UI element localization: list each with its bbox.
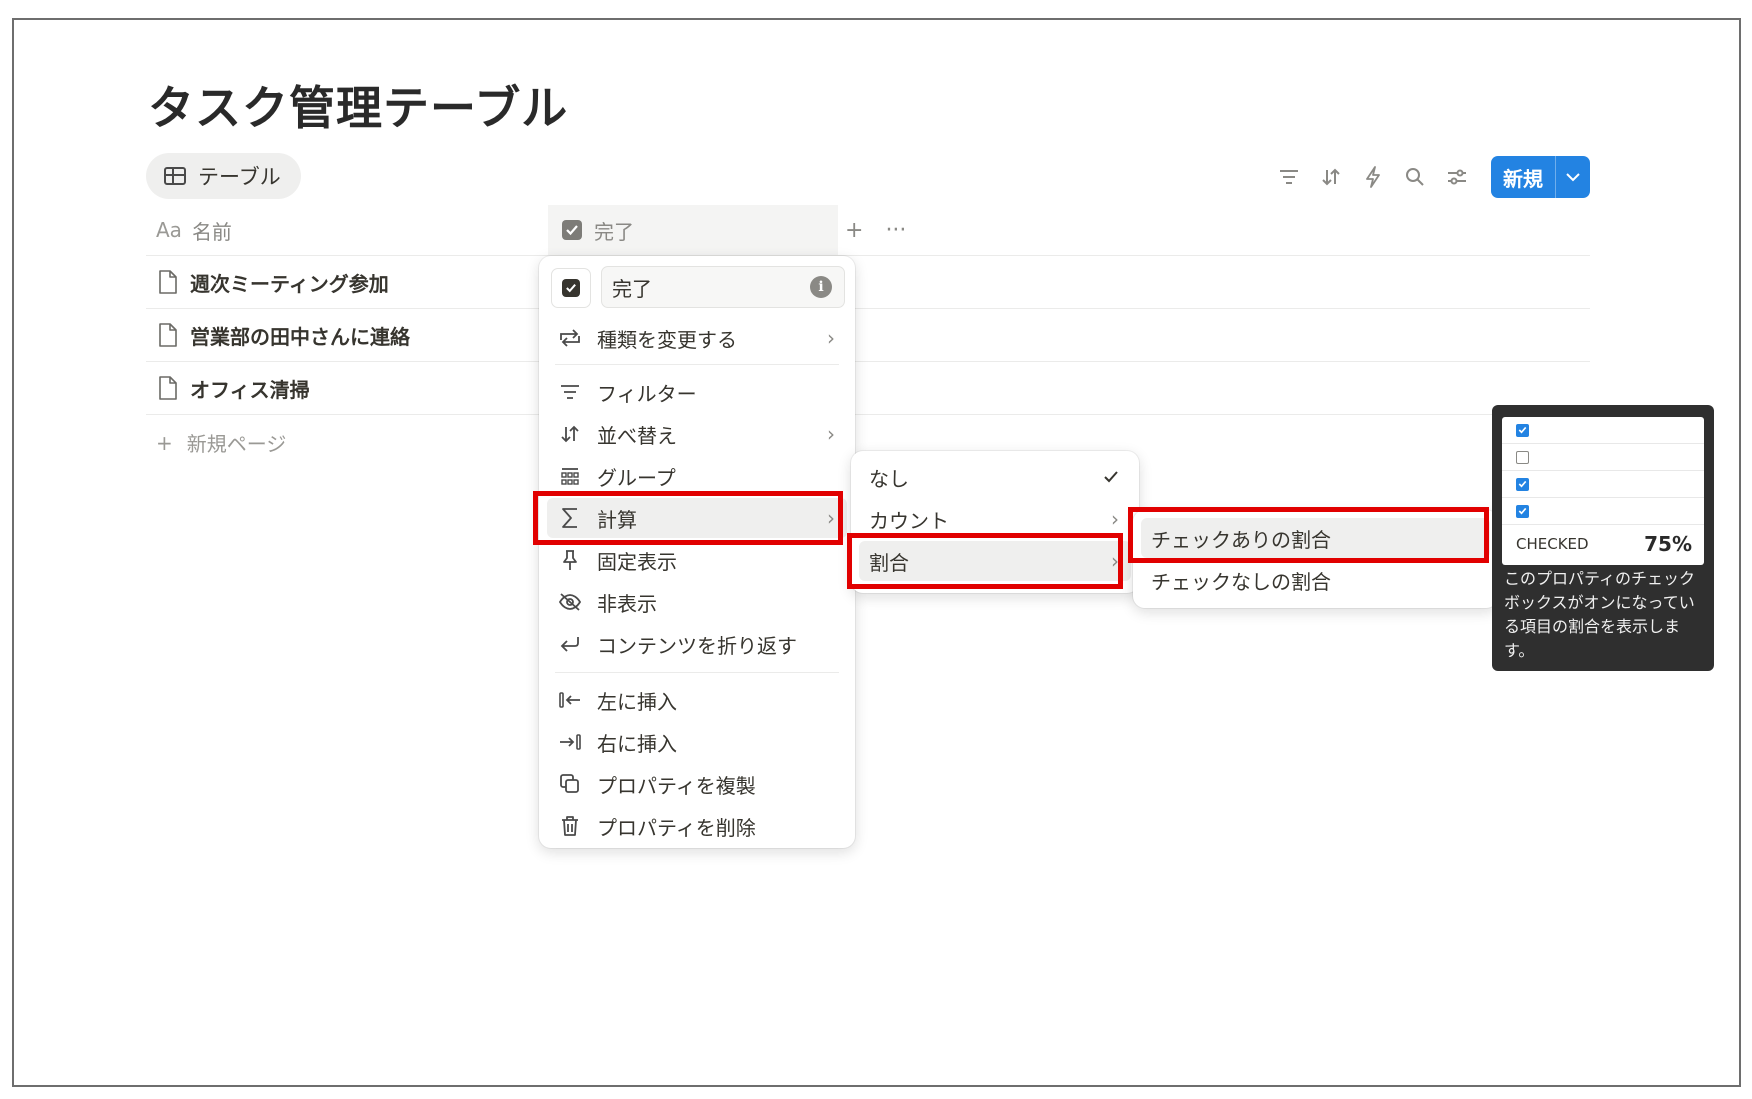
property-name-input[interactable]: 完了 i [601,266,845,308]
column-name-label: 名前 [191,219,232,244]
add-column-icon[interactable]: + [845,218,863,243]
preview-row [1502,417,1704,444]
new-page-label: 新規ページ [186,432,287,456]
chevron-right-icon: › [827,506,835,530]
settings-icon[interactable] [1445,165,1469,189]
filter-icon [557,380,583,404]
divider [146,414,1590,415]
row-title: 週次ミーティング参加 [190,271,389,296]
text-type-icon: Aa [156,218,182,242]
menu-item-change-type[interactable]: 種類を変更する › [547,318,847,358]
tooltip-stat: CHECKED 75% [1502,525,1704,563]
property-menu: 完了 i 種類を変更する › フィルター 並べ替え › グループ 計算 › 固定… [539,256,855,848]
automation-icon[interactable] [1361,165,1385,189]
duplicate-icon [557,772,583,796]
trash-icon [557,814,583,838]
checkmark-icon [1103,465,1119,489]
calculate-submenu: なし カウント › 割合 › [851,451,1139,593]
tooltip-description: このプロパティのチェックボックスがオンになっている項目の割合を表示します。 [1504,569,1696,660]
tooltip-preview: CHECKED 75% [1502,417,1704,565]
column-header-actions: + ··· [845,205,906,255]
ratio-item-unchecked[interactable]: チェックなしの割合 [1141,560,1490,600]
chevron-right-icon: › [1111,549,1119,573]
calc-item-ratio[interactable]: 割合 › [859,541,1131,581]
info-icon[interactable]: i [810,276,832,298]
calc-item-count[interactable]: カウント › [859,499,1131,539]
page-icon [158,323,178,347]
property-name-value: 完了 [612,276,652,301]
view-tab-table[interactable]: テーブル [146,153,301,199]
chevron-right-icon: › [1111,507,1119,531]
new-button-label[interactable]: 新規 [1491,156,1556,198]
ratio-submenu: チェックありの割合 チェックなしの割合 [1133,510,1498,608]
menu-item-sort[interactable]: 並べ替え › [547,414,847,454]
column-header-done[interactable]: 完了 [548,205,838,255]
preview-row [1502,498,1704,525]
column-header-name[interactable]: Aa 名前 [146,205,548,255]
filter-icon[interactable] [1277,165,1301,189]
menu-item-insert-right[interactable]: 右に挿入 [547,722,847,762]
column-done-label: 完了 [594,219,634,244]
more-options-icon[interactable]: ··· [885,218,906,243]
menu-item-calculate[interactable]: 計算 › [547,498,847,538]
stat-value: 75% [1644,532,1692,556]
chevron-right-icon: › [827,422,835,446]
new-button[interactable]: 新規 [1491,156,1590,198]
menu-item-wrap[interactable]: コンテンツを折り返す [547,624,847,664]
change-type-icon [557,326,583,350]
plus-icon: + [156,430,173,455]
page-icon [158,270,178,294]
menu-item-insert-left[interactable]: 左に挿入 [547,680,847,720]
table-icon [164,167,186,185]
menu-item-delete[interactable]: プロパティを削除 [547,806,847,846]
checkbox-checked-icon [1516,477,1529,491]
preview-row [1502,444,1704,471]
insert-left-icon [557,688,583,712]
menu-item-group[interactable]: グループ [547,456,847,496]
pin-icon [557,548,583,572]
calculation-tooltip: CHECKED 75% このプロパティのチェックボックスがオンになっている項目の… [1492,405,1714,671]
sort-icon [557,422,583,446]
checkbox-checked-icon [1516,504,1529,518]
menu-item-filter[interactable]: フィルター [547,372,847,412]
wrap-icon [557,632,583,656]
table-row[interactable]: 営業部の田中さんに連絡 [146,309,410,361]
menu-divider [555,364,839,365]
database-toolbar: 新規 [1277,156,1590,198]
sigma-icon [557,506,583,530]
row-title: オフィス清掃 [190,377,310,402]
row-title: 営業部の田中さんに連絡 [190,324,410,349]
group-icon [557,464,583,488]
checkbox-type-icon [562,220,582,240]
preview-row [1502,471,1704,498]
page-title: タスク管理テーブル [148,81,569,135]
search-icon[interactable] [1403,165,1427,189]
checkbox-checked-icon [1516,423,1529,437]
view-tab-label: テーブル [198,165,281,189]
table-row[interactable]: 週次ミーティング参加 [146,256,389,308]
stat-label: CHECKED [1516,535,1589,553]
menu-item-pin[interactable]: 固定表示 [547,540,847,580]
menu-item-duplicate[interactable]: プロパティを複製 [547,764,847,804]
menu-item-hide[interactable]: 非表示 [547,582,847,622]
chevron-down-icon[interactable] [1556,156,1590,198]
chevron-right-icon: › [827,326,835,350]
calc-item-none[interactable]: なし [859,457,1131,497]
eye-off-icon [557,590,583,614]
new-page-row[interactable]: + 新規ページ [156,428,286,457]
sort-icon[interactable] [1319,165,1343,189]
divider [146,361,1590,362]
checkbox-type-icon[interactable] [551,268,591,308]
menu-divider [555,672,839,673]
page-icon [158,376,178,400]
ratio-item-checked[interactable]: チェックありの割合 [1141,518,1490,558]
insert-right-icon [557,730,583,754]
table-row[interactable]: オフィス清掃 [146,362,310,414]
checkbox-unchecked-icon [1516,450,1529,464]
